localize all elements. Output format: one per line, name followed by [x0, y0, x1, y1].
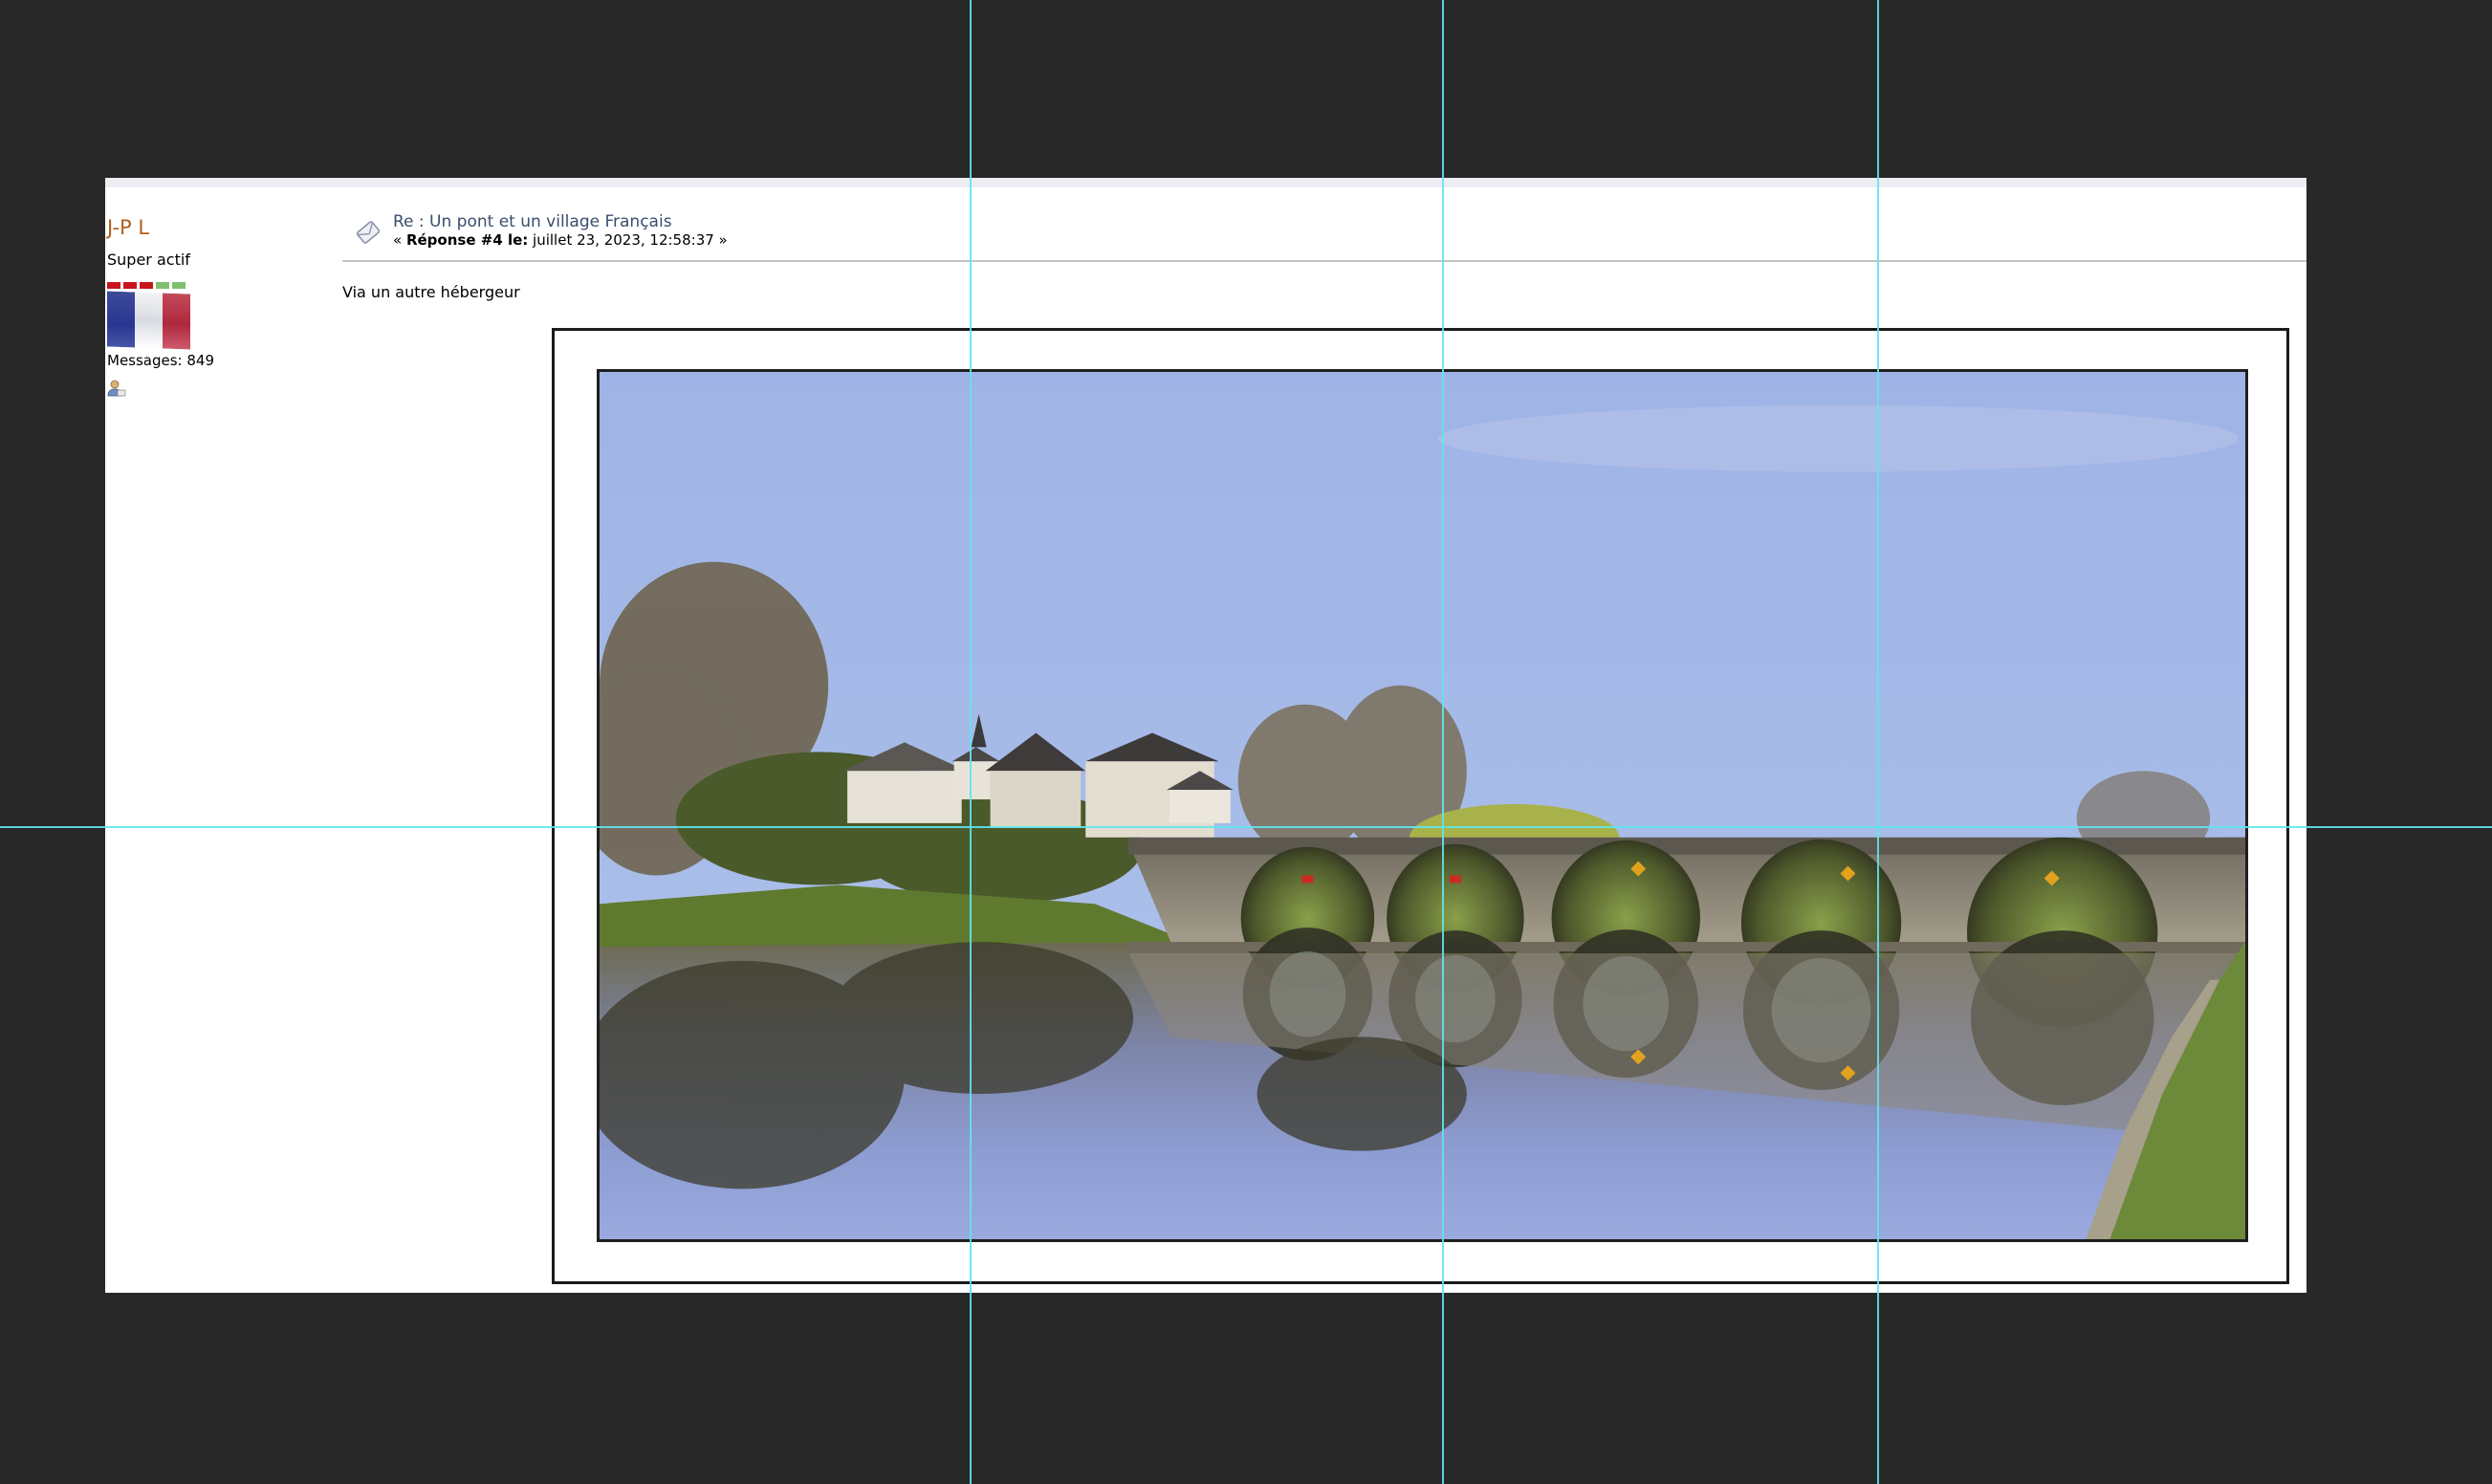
post-subject-link[interactable]: Re : Un pont et un village Français — [393, 212, 672, 231]
post-body-text: Via un autre hébergeur — [342, 283, 520, 301]
horizontal-guide-line[interactable] — [0, 826, 2492, 828]
profile-icon[interactable] — [107, 379, 126, 398]
rank-star — [156, 282, 169, 289]
bridge-reflection-image — [600, 372, 2245, 1239]
forum-post: J-P L Super actif Messages: 849 Re: Un … — [105, 178, 2306, 1293]
vertical-guide-line[interactable] — [1442, 0, 1444, 1484]
post-meta: « Réponse #4 le: juillet 23, 2023, 12:58… — [393, 231, 728, 249]
editor-canvas: J-P L Super actif Messages: 849 Re: Un … — [0, 0, 2492, 1484]
poster-info: J-P L Super actif Messages: 849 — [107, 216, 317, 398]
rank-stars — [107, 282, 317, 289]
rank-star — [123, 282, 137, 289]
image-frame — [552, 328, 2289, 1284]
rank-star — [172, 282, 186, 289]
reply-number: Réponse #4 le: — [405, 231, 529, 249]
vertical-guide-line[interactable] — [970, 0, 972, 1484]
rank-star — [140, 282, 153, 289]
message-icon — [356, 221, 381, 244]
meta-prefix: « — [393, 231, 406, 249]
poster-post-count: Messages: 849 — [107, 352, 215, 369]
poster-rank: Super actif — [107, 251, 190, 269]
rank-star — [107, 282, 120, 289]
post-date: juillet 23, 2023, 12:58:37 » — [528, 231, 728, 249]
french-flag-icon — [107, 291, 190, 350]
post-header: Re : Un pont et un village Français « Ré… — [342, 212, 2306, 262]
poster-name[interactable]: J-P L — [107, 216, 317, 239]
vertical-guide-line[interactable] — [1877, 0, 1879, 1484]
bridge-photo[interactable] — [597, 369, 2248, 1242]
